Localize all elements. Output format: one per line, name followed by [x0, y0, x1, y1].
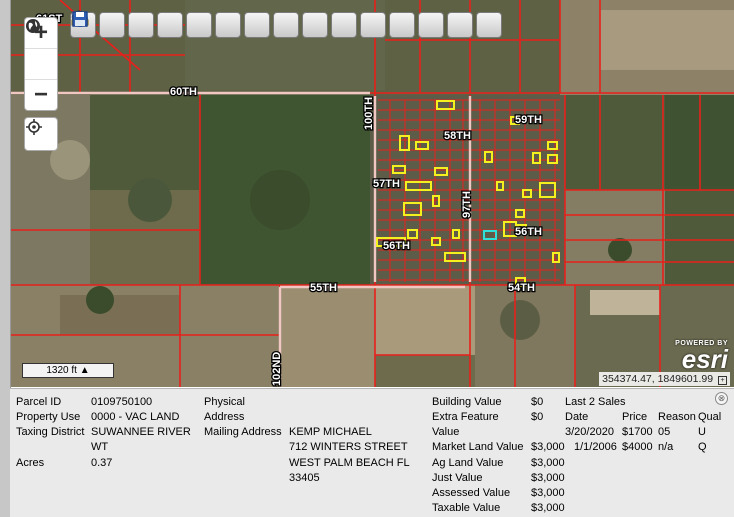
ag-land-value: $3,000: [531, 457, 565, 469]
building-value: $0: [531, 396, 544, 408]
extra-feature-value: $0: [531, 411, 544, 423]
svg-text:97TH: 97TH: [461, 191, 473, 218]
svg-text:56TH: 56TH: [383, 240, 410, 252]
locate-button[interactable]: [24, 117, 58, 151]
map-toolbar: ft²: [70, 9, 502, 41]
sale-1-price: $1700: [622, 426, 653, 438]
sale-2-qual: Q: [698, 441, 707, 453]
map-application: 61ST 60TH 59TH 58TH 57TH 56TH 56TH 55TH …: [0, 0, 734, 517]
sale-2-reason: n/a: [658, 441, 674, 453]
assessed-value: $3,000: [531, 487, 565, 499]
zoom-out-button[interactable]: −: [25, 80, 57, 110]
value-label: Value: [432, 426, 460, 438]
settings-icon[interactable]: [72, 12, 444, 38]
sale-1-date: 3/20/2020: [565, 426, 614, 438]
svg-text:56TH: 56TH: [515, 226, 542, 238]
parcel-id-value: 0109750100: [91, 396, 153, 408]
locate-icon: [26, 119, 42, 135]
coordinate-toggle-icon[interactable]: +: [718, 376, 727, 385]
svg-text:102ND: 102ND: [271, 352, 283, 386]
market-land-label: Market Land Value: [432, 441, 524, 453]
mailing-line-4: 33405: [289, 472, 320, 484]
parcel-id-label: Parcel ID: [16, 396, 62, 408]
sales-header-qual: Qual: [698, 411, 722, 423]
search-icon[interactable]: [72, 11, 357, 38]
sale-1-qual: U: [698, 426, 706, 438]
add-point-icon[interactable]: [72, 11, 241, 38]
svg-text:55TH: 55TH: [310, 282, 337, 294]
just-value-label: Just Value: [432, 472, 483, 484]
eraser-icon[interactable]: [72, 12, 212, 38]
map-view[interactable]: 61ST 60TH 59TH 58TH 57TH 56TH 56TH 55TH …: [0, 0, 734, 387]
pan-icon[interactable]: [73, 10, 183, 38]
ag-land-label: Ag Land Value: [432, 457, 504, 469]
property-use-value: 0000 - VAC LAND: [91, 411, 180, 423]
acres-label: Acres: [16, 457, 45, 469]
sales-header-date: Date: [565, 411, 589, 423]
sale-2-price: $4000: [622, 441, 653, 453]
svg-text:57TH: 57TH: [373, 178, 400, 190]
marker-icon[interactable]: [76, 11, 270, 38]
measure-icon[interactable]: ft²: [71, 12, 328, 38]
mailing-line-3: WEST PALM BEACH FL: [289, 457, 410, 469]
svg-text:60TH: 60TH: [170, 86, 197, 98]
scale-arrow-icon: ▲: [79, 365, 90, 376]
taxable-value: $3,000: [531, 502, 565, 514]
svg-text:100TH: 100TH: [363, 97, 375, 130]
property-use-label: Property Use: [16, 411, 81, 423]
close-panel-button[interactable]: ⊗: [715, 392, 728, 405]
sale-1-reason: 05: [658, 426, 671, 438]
taxing-district-label: Taxing District: [16, 426, 85, 438]
taxing-district-value-line2: WT: [91, 441, 109, 453]
sales-title: Last 2 Sales: [565, 396, 626, 408]
select-icon[interactable]: [72, 11, 125, 38]
mailing-address-label: Mailing Address: [204, 426, 282, 438]
coordinate-readout: 354374.47, 1849601.99 +: [599, 372, 730, 386]
coordinates-text: 354374.47, 1849601.99: [602, 373, 714, 385]
layers-icon[interactable]: [73, 12, 299, 38]
taxable-value-label: Taxable Value: [432, 502, 501, 514]
home-globe-button[interactable]: [25, 19, 57, 80]
svg-text:54TH: 54TH: [508, 282, 535, 294]
pencil-icon[interactable]: [73, 11, 386, 38]
driving-icon[interactable]: [72, 12, 473, 38]
taxing-district-value-line1: SUWANNEE RIVER: [91, 426, 191, 438]
print-icon[interactable]: [72, 11, 415, 38]
svg-text:58TH: 58TH: [444, 130, 471, 142]
sales-header-price: Price: [622, 411, 648, 423]
sales-header-reason: Reason: [658, 411, 696, 423]
parcel-info-panel: ⊗ Parcel ID 0109750100 Property Use 0000…: [10, 388, 734, 517]
scale-bar: 1320 ft ▲: [22, 363, 114, 378]
mailing-line-2: 712 WINTERS STREET: [289, 441, 408, 453]
aerial-map[interactable]: 61ST 60TH 59TH 58TH 57TH 56TH 56TH 55TH …: [0, 0, 734, 387]
zoom-controls: + −: [24, 17, 58, 111]
esri-logo: esri: [681, 344, 728, 374]
assessed-value-label: Assessed Value: [432, 487, 511, 499]
scale-label: 1320 ft: [46, 365, 77, 376]
extra-feature-label: Extra Feature: [432, 411, 499, 423]
save-icon[interactable]: [72, 11, 502, 38]
globe-icon: [26, 19, 40, 33]
building-value-label: Building Value: [432, 396, 502, 408]
acres-value: 0.37: [91, 457, 113, 469]
physical-label: Physical: [204, 396, 245, 408]
esri-attribution: POWERED BY esri: [675, 340, 728, 374]
svg-text:59TH: 59TH: [515, 114, 542, 126]
address-label: Address: [204, 411, 245, 423]
zoom-in-icon[interactable]: [71, 10, 154, 38]
sale-2-date: 1/1/2006: [574, 441, 617, 453]
mailing-line-1: KEMP MICHAEL: [289, 426, 372, 438]
just-value: $3,000: [531, 472, 565, 484]
market-land-value: $3,000: [531, 441, 565, 453]
